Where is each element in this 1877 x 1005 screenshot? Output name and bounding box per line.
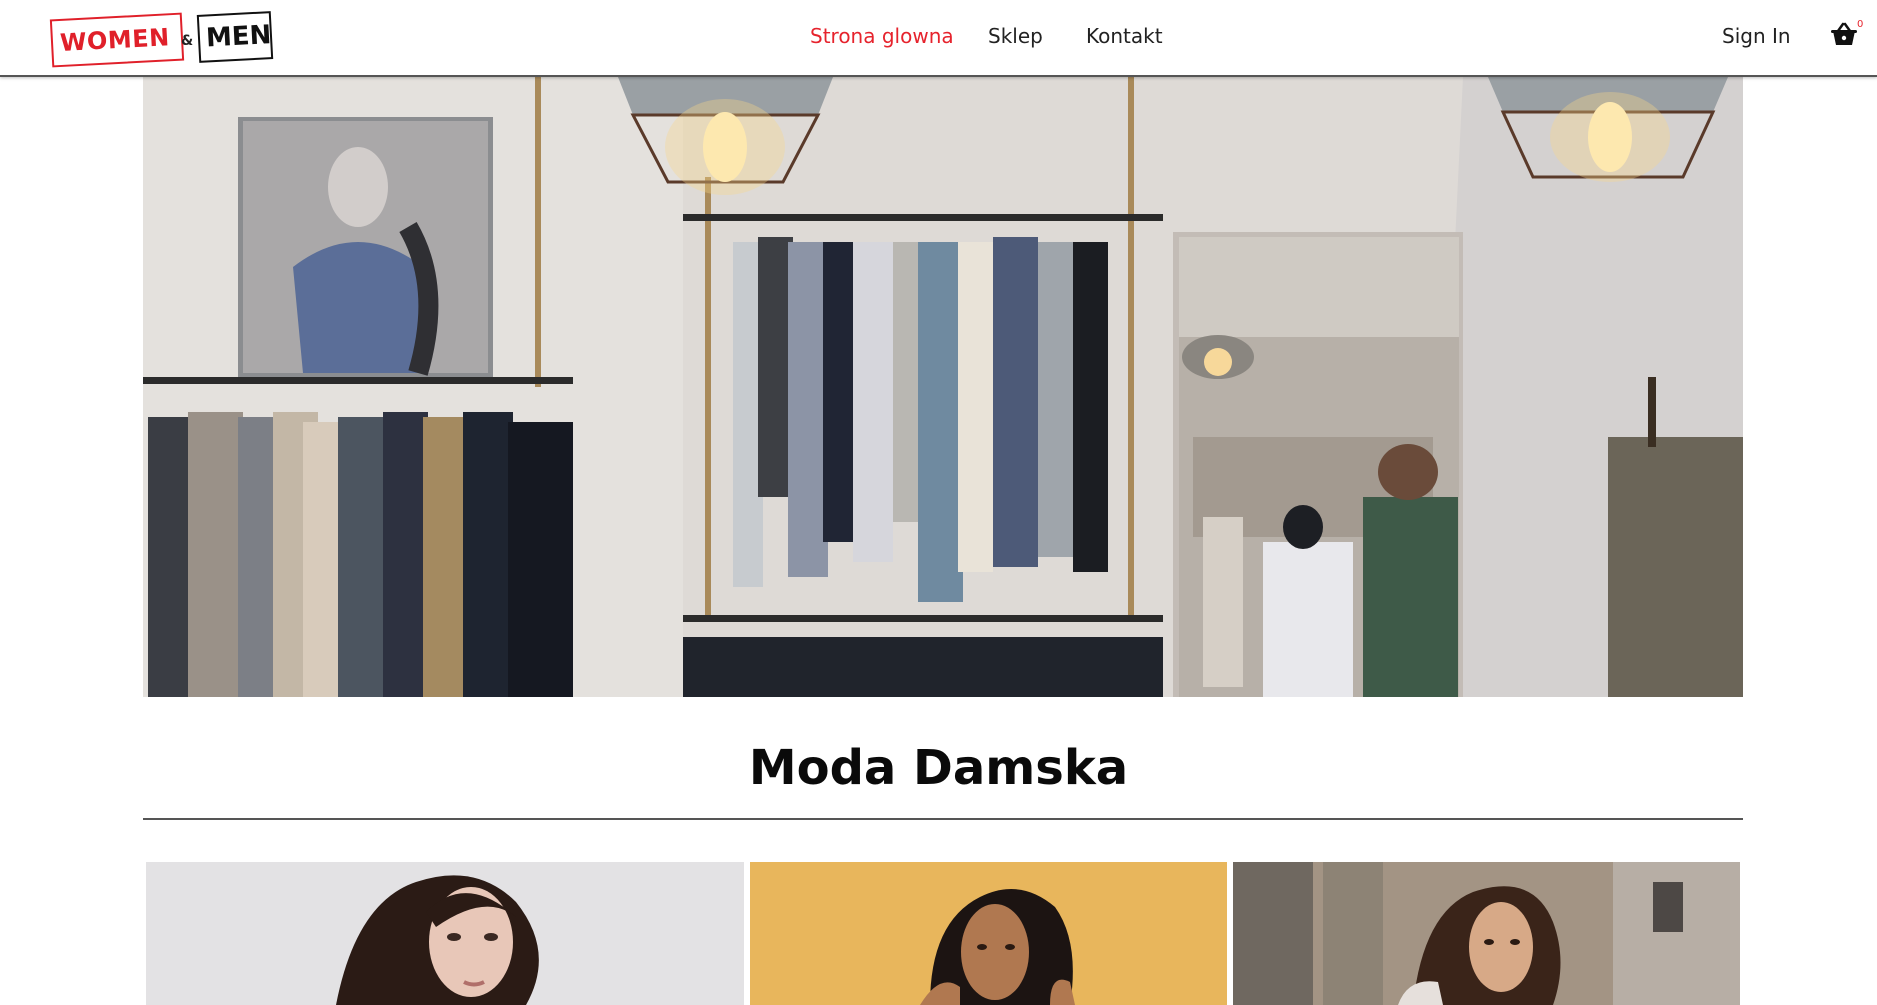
nav-link-home[interactable]: Strona glowna <box>810 24 954 48</box>
nav-link-contact[interactable]: Kontakt <box>1086 24 1163 48</box>
product-card-image[interactable] <box>750 862 1227 1005</box>
section-divider <box>143 818 1743 820</box>
hero-image <box>143 77 1743 697</box>
main-nav: Strona glowna Sklep Kontakt <box>0 24 1877 54</box>
section-title: Moda Damska <box>748 740 1129 796</box>
site-header: WOMEN & MEN Strona glowna Sklep Kontakt … <box>0 0 1877 77</box>
product-card-image[interactable] <box>146 862 744 1005</box>
sign-in-link[interactable]: Sign In <box>1722 24 1791 48</box>
cart-count-badge: 0 <box>1857 19 1864 30</box>
basket-icon[interactable] <box>1830 22 1858 48</box>
nav-link-shop[interactable]: Sklep <box>988 24 1043 48</box>
product-card-image[interactable] <box>1233 862 1740 1005</box>
